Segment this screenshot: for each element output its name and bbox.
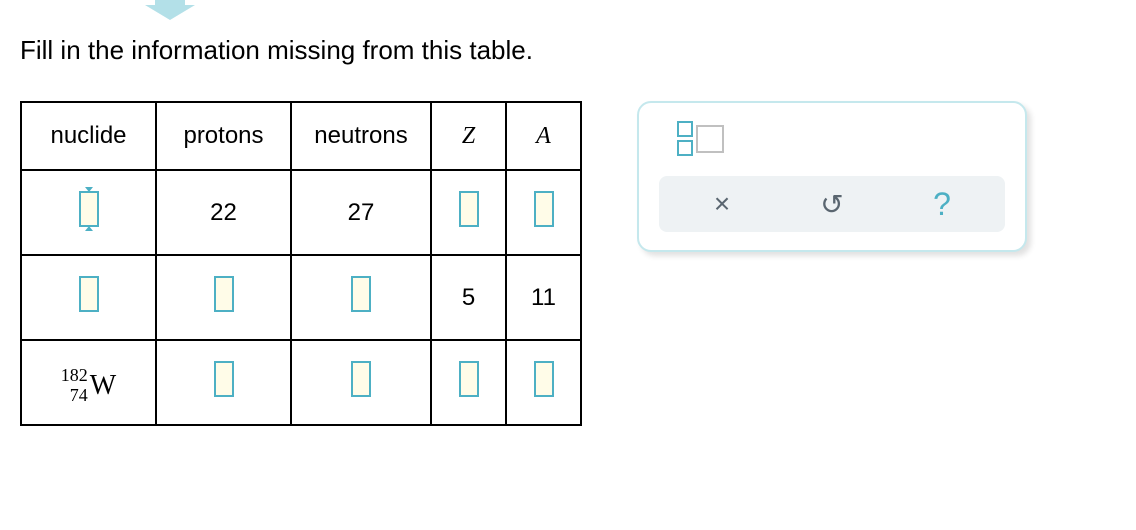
nuclide-numbers: 182 74 [61,366,88,406]
help-icon: ? [933,186,951,223]
template-small-box-icon [677,121,693,137]
cell-nuclide [21,170,156,255]
input-box-icon[interactable] [459,191,479,227]
input-box-icon[interactable] [534,191,554,227]
table-row: 5 11 [21,255,581,340]
clear-button[interactable]: × [704,186,740,222]
input-box-icon[interactable] [459,361,479,397]
input-box-icon[interactable] [534,361,554,397]
cell-protons [156,340,291,425]
header-z: Z [431,102,506,170]
cell-neutrons: 27 [291,170,431,255]
template-big-box-icon [696,125,724,153]
toolbar-panel: × ↺ ? [637,101,1027,252]
cell-z [431,340,506,425]
header-protons: protons [156,102,291,170]
cell-nuclide: 182 74 W [21,340,156,425]
action-row: × ↺ ? [659,176,1005,232]
undo-icon: ↺ [820,188,843,221]
help-button[interactable]: ? [924,186,960,222]
cell-a [506,170,581,255]
element-symbol: W [90,370,116,402]
template-small-box-icon [677,140,693,156]
cell-z: 5 [431,255,506,340]
nuclide-table: nuclide protons neutrons Z A 22 27 5 11 [20,101,582,426]
undo-button[interactable]: ↺ [814,186,850,222]
table-row: 22 27 [21,170,581,255]
close-icon: × [714,188,730,220]
input-box-icon[interactable] [79,276,99,312]
header-nuclide: nuclide [21,102,156,170]
main-container: nuclide protons neutrons Z A 22 27 5 11 [20,101,1116,426]
cell-neutrons [291,255,431,340]
cell-protons [156,255,291,340]
header-neutrons: neutrons [291,102,431,170]
nuclide-template-button[interactable] [677,121,1005,156]
template-fraction-icon [677,121,693,156]
nuclide-notation: 182 74 W [61,366,116,406]
cell-nuclide [21,255,156,340]
input-box-icon[interactable] [351,361,371,397]
input-box-icon[interactable] [214,276,234,312]
instruction-text: Fill in the information missing from thi… [20,35,1116,66]
cell-a [506,340,581,425]
cell-a: 11 [506,255,581,340]
hint-arrow-icon [145,0,195,20]
cell-z [431,170,506,255]
input-box-icon[interactable] [79,191,99,227]
header-a: A [506,102,581,170]
input-box-icon[interactable] [214,361,234,397]
mass-number: 182 [61,366,88,386]
table-row: 182 74 W [21,340,581,425]
input-box-icon[interactable] [351,276,371,312]
cell-protons: 22 [156,170,291,255]
cell-neutrons [291,340,431,425]
atomic-number: 74 [70,386,88,406]
